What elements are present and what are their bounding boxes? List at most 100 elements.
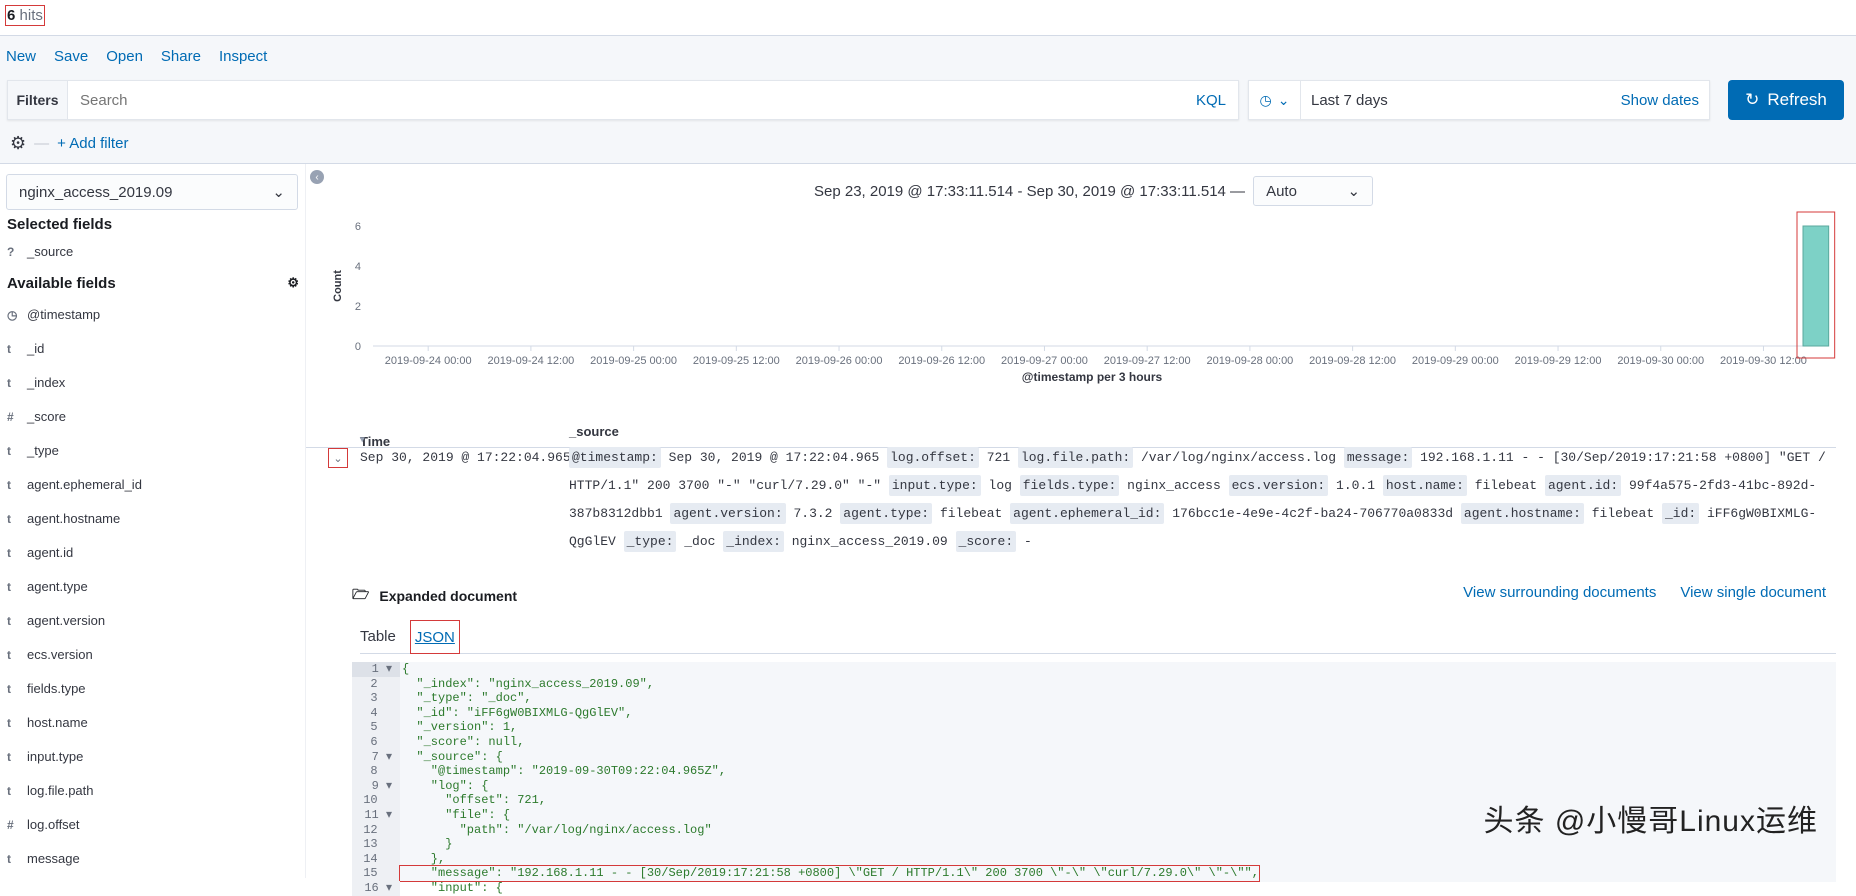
search-input[interactable] <box>68 91 1196 109</box>
y-axis-label: Count <box>332 270 344 302</box>
field-item[interactable]: t fields.type <box>7 681 86 696</box>
field-type-icon: t <box>7 511 11 526</box>
field-item[interactable]: t agent.id <box>7 545 73 560</box>
field-item[interactable]: t log.file.path <box>7 783 94 798</box>
quick-select-button[interactable]: ◷ ⌄ <box>1249 81 1301 119</box>
x-tick-label: 2019-09-24 00:00 <box>385 355 472 367</box>
code-text: { <box>402 662 410 676</box>
field-type-icon: ◷ <box>7 307 18 322</box>
menu-save[interactable]: Save <box>54 48 88 65</box>
tab-json[interactable]: JSON <box>409 620 460 654</box>
menu-inspect[interactable]: Inspect <box>219 48 267 65</box>
histogram-header: Sep 23, 2019 @ 17:33:11.514 - Sep 30, 20… <box>814 176 1374 206</box>
y-tick-label: 6 <box>355 221 361 233</box>
field-name: @timestamp <box>27 307 101 322</box>
source-field-key: _index: <box>723 531 784 552</box>
gear-icon[interactable]: ⚙ <box>287 275 299 291</box>
time-picker: ◷ ⌄ Last 7 days Show dates <box>1248 80 1710 120</box>
line-number: 2 <box>352 676 400 692</box>
field-name: log.offset <box>27 817 80 832</box>
code-line: 5 "_version": 1, <box>352 720 1836 735</box>
field-item[interactable]: # log.offset <box>7 817 80 832</box>
field-name: agent.hostname <box>27 511 121 526</box>
source-field-key: _id: <box>1661 503 1700 524</box>
refresh-button[interactable]: ↻ Refresh <box>1728 80 1844 120</box>
field-item[interactable]: ◷ @timestamp <box>7 307 100 322</box>
available-fields-title: Available fields ⚙ <box>7 275 299 292</box>
kql-toggle[interactable]: KQL <box>1196 92 1238 109</box>
interval-select[interactable]: Auto ⌄ <box>1253 176 1374 206</box>
collapse-sidebar-icon[interactable]: ‹ <box>310 170 324 184</box>
field-type-icon: t <box>7 375 11 390</box>
add-filter-button[interactable]: + Add filter <box>57 135 128 152</box>
x-tick-label: 2019-09-26 12:00 <box>898 355 985 367</box>
field-item[interactable]: t _type <box>7 443 59 458</box>
source-field-key: message: <box>1343 447 1413 468</box>
time-range[interactable]: Last 7 days <box>1301 92 1621 109</box>
filters-label[interactable]: Filters <box>8 81 68 119</box>
line-number: 12 <box>352 822 400 838</box>
field-item[interactable]: t _index <box>7 375 65 390</box>
line-number: 4 <box>352 705 400 721</box>
expand-row-toggle[interactable]: ⌄ <box>328 448 348 468</box>
x-tick-label: 2019-09-25 00:00 <box>590 355 677 367</box>
x-tick-label: 2019-09-30 12:00 <box>1720 355 1807 367</box>
source-field-value: 1.0.1 <box>1336 478 1376 493</box>
watermark: 头条 @小慢哥Linux运维 <box>1483 805 1818 838</box>
table-header: Time ▾ _source <box>306 414 1836 449</box>
refresh-icon: ↻ <box>1745 90 1760 109</box>
view-single-link[interactable]: View single document <box>1680 584 1826 601</box>
field-item[interactable]: ? _source <box>7 244 73 259</box>
json-viewer[interactable]: 1 ▾{2 "_index": "nginx_access_2019.09", 3… <box>352 662 1836 896</box>
line-number: 3 <box>352 691 400 706</box>
y-tick-label: 4 <box>355 261 361 273</box>
gear-icon[interactable]: ⚙ <box>10 133 26 154</box>
field-type-icon: t <box>7 749 11 764</box>
menu-open[interactable]: Open <box>106 48 143 65</box>
show-dates-button[interactable]: Show dates <box>1621 92 1709 109</box>
index-pattern-select[interactable]: nginx_access_2019.09 ⌄ <box>6 174 298 210</box>
source-field-key: agent.type: <box>840 503 933 524</box>
field-name: fields.type <box>27 681 86 696</box>
histogram-range: Sep 23, 2019 @ 17:33:11.514 - Sep 30, 20… <box>814 182 1246 200</box>
view-surrounding-link[interactable]: View surrounding documents <box>1463 584 1656 601</box>
field-item[interactable]: t agent.type <box>7 579 88 594</box>
expanded-doc-header: 🗁 Expanded document <box>352 584 517 608</box>
x-tick-label: 2019-09-27 12:00 <box>1104 355 1191 367</box>
field-item[interactable]: t agent.version <box>7 613 105 628</box>
field-type-icon: t <box>7 613 11 628</box>
code-text: "_index": "nginx_access_2019.09", <box>402 676 655 691</box>
code-line: 2 "_index": "nginx_access_2019.09", <box>352 676 1836 692</box>
code-text: "_source": { <box>402 749 503 764</box>
main-content: ‹ Sep 23, 2019 @ 17:33:11.514 - Sep 30, … <box>306 164 1856 896</box>
field-item[interactable]: t input.type <box>7 749 83 764</box>
menu-new[interactable]: New <box>6 48 36 65</box>
field-name: agent.id <box>27 545 74 560</box>
field-type-icon: t <box>7 681 11 696</box>
field-item[interactable]: t _id <box>7 341 44 356</box>
field-type-icon: t <box>7 647 11 662</box>
y-tick-label: 0 <box>355 341 361 353</box>
field-item[interactable]: # _score <box>7 409 66 424</box>
menu-share[interactable]: Share <box>161 48 201 65</box>
code-text: "offset": 721, <box>402 793 547 808</box>
line-number: 1 ▾ <box>352 662 400 677</box>
top-menu: New Save Open Share Inspect <box>6 48 267 65</box>
field-item[interactable]: t host.name <box>7 715 88 730</box>
source-field-value: nginx_access_2019.09 <box>791 534 948 549</box>
field-name: _source <box>27 244 74 259</box>
tab-table[interactable]: Table <box>360 618 396 653</box>
field-type-icon: t <box>7 477 11 492</box>
histogram-bar <box>1802 225 1830 347</box>
field-item[interactable]: t ecs.version <box>7 647 93 662</box>
chevron-down-icon: ⌄ <box>1277 91 1290 108</box>
column-source[interactable]: _source <box>569 424 619 439</box>
field-name: _score <box>27 409 67 424</box>
line-number: 16 ▾ <box>352 880 400 896</box>
field-item[interactable]: t agent.hostname <box>7 511 120 526</box>
field-item[interactable]: t message <box>7 851 80 866</box>
field-item[interactable]: t agent.ephemeral_id <box>7 477 142 492</box>
code-line: 9 ▾ "log": { <box>352 778 1836 794</box>
field-type-icon: # <box>7 409 14 424</box>
code-line: 7 ▾ "_source": { <box>352 749 1836 765</box>
